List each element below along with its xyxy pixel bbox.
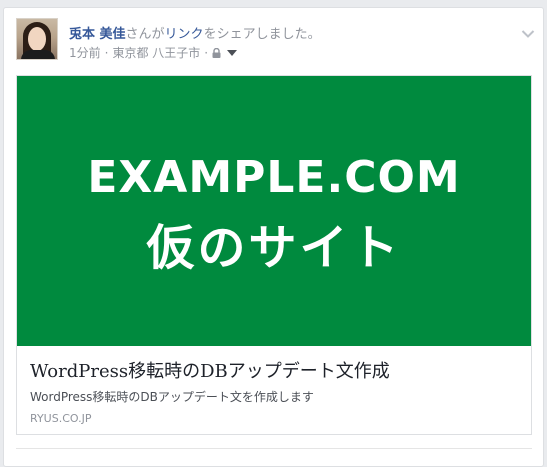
action-prefix-text: さんが — [125, 27, 165, 42]
author-name-link[interactable]: 兎本 美佳 — [69, 27, 126, 42]
hero-text-line1: EXAMPLE.COM — [87, 152, 461, 203]
action-suffix-text: をシェアしました。 — [203, 27, 321, 42]
lock-icon[interactable] — [212, 47, 221, 58]
link-description: WordPress移転時のDBアップデート文を作成します — [30, 390, 314, 404]
hero-text-line2: 仮のサイト — [146, 220, 402, 276]
author-avatar[interactable] — [16, 18, 58, 60]
avatar-shirt — [21, 50, 55, 59]
meta-separator: · — [104, 45, 109, 60]
post-card: 兎本 美佳さんがリンクをシェアしました。 1分前 · 東京都 八王子市 · EX… — [3, 7, 544, 467]
shared-link-word[interactable]: リンク — [165, 27, 204, 42]
post-meta: 1分前 · 東京都 八王子市 · — [69, 44, 238, 61]
caret-down-icon[interactable] — [227, 49, 238, 56]
post-timestamp[interactable]: 1分前 — [69, 44, 101, 61]
link-title[interactable]: WordPress移転時のDBアップデート文作成 — [30, 357, 390, 383]
post-location[interactable]: 東京都 八王子市 — [112, 44, 200, 61]
post-header-line: 兎本 美佳さんがリンクをシェアしました。 — [69, 23, 321, 42]
link-preview-image[interactable]: EXAMPLE.COM 仮のサイト — [17, 76, 531, 346]
link-domain: RYUS.CO.JP — [30, 412, 92, 425]
avatar-face — [28, 27, 46, 51]
meta-separator: · — [204, 45, 209, 60]
chevron-down-icon[interactable] — [521, 24, 535, 38]
link-preview-card[interactable]: EXAMPLE.COM 仮のサイト WordPress移転時のDBアップデート文… — [16, 75, 532, 435]
card-divider — [16, 448, 532, 449]
